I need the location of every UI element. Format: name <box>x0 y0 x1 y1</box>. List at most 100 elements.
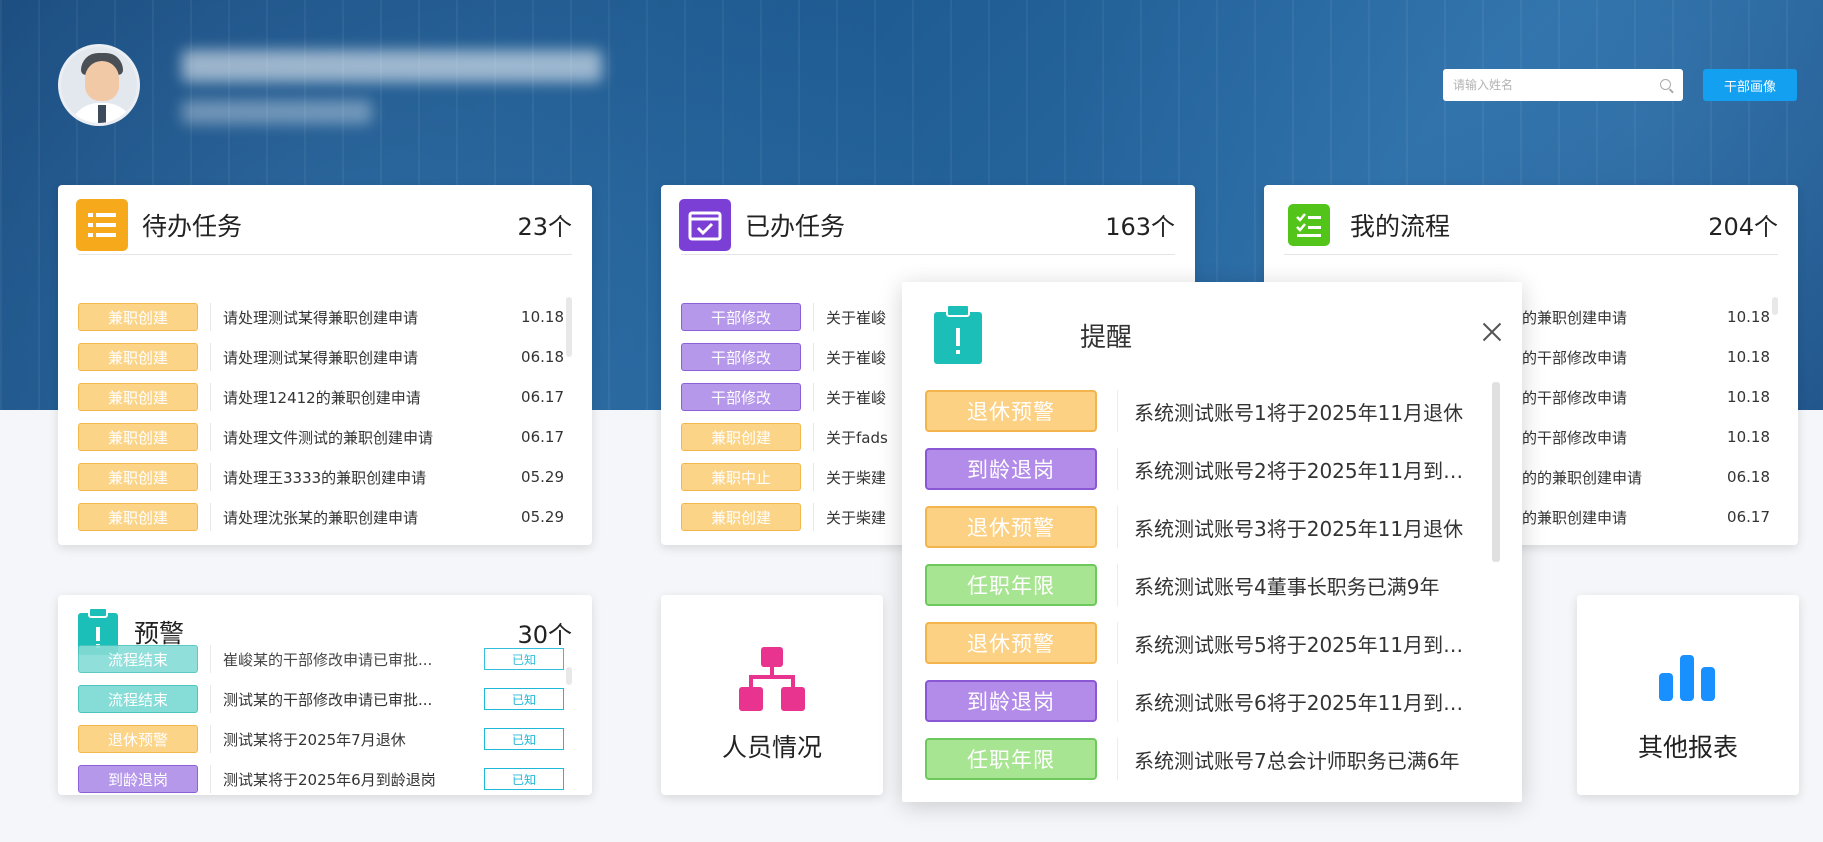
type-tag: 兼职创建 <box>681 423 801 451</box>
card-count: 204个 <box>1708 213 1778 241</box>
checklist-icon <box>1288 203 1330 246</box>
search-box[interactable] <box>1443 69 1683 101</box>
clipboard-alert-icon <box>932 304 984 370</box>
reminder-modal: 提醒 退休预警 系统测试账号1将于2025年11月退休 到龄退岗 系统测试账号2将于… <box>902 282 1522 802</box>
list-item[interactable]: 的兼职创建申请 06.17 <box>1522 497 1770 537</box>
list-item[interactable]: 流程结束 测试某的干部修改申请已审批... 已知 <box>78 679 564 719</box>
list-item[interactable]: 退休预警 系统测试账号3将于2025年11月退休 <box>925 498 1492 556</box>
org-chart-icon <box>739 647 805 717</box>
list-item[interactable]: 的的兼职创建申请 06.18 <box>1522 457 1770 497</box>
item-text: 的干部修改申请 <box>1522 428 1628 447</box>
done-card-header: 已办任务 163个 <box>679 195 1175 255</box>
reports-tile[interactable]: 其他报表 <box>1577 595 1799 795</box>
status-badge[interactable]: 已知 <box>484 648 564 670</box>
user-name-blurred <box>182 50 602 82</box>
type-tag: 干部修改 <box>681 383 801 411</box>
search-icon[interactable] <box>1660 79 1671 90</box>
item-date: 06.17 <box>1727 508 1770 526</box>
type-tag: 流程结束 <box>78 645 198 673</box>
list-item[interactable]: 兼职创建 请处理12412的兼职创建申请 06.17 <box>78 377 564 417</box>
list-icon <box>76 198 128 251</box>
item-text: 请处理沈张某的兼职创建申请 <box>223 508 419 527</box>
item-text: 的兼职创建申请 <box>1522 508 1628 527</box>
type-tag: 任职年限 <box>925 738 1097 780</box>
close-icon[interactable] <box>1480 320 1504 344</box>
type-tag: 兼职创建 <box>78 343 198 371</box>
list-item[interactable]: 任职年限 系统测试账号4董事长职务已满9年 <box>925 556 1492 614</box>
avatar[interactable] <box>58 44 140 126</box>
item-date: 06.18 <box>521 348 564 366</box>
list-item[interactable]: 退休预警 测试某将于2025年7月退休 已知 <box>78 719 564 759</box>
item-date: 10.18 <box>1727 308 1770 326</box>
list-item[interactable]: 流程结束 崔峻某的干部修改申请已审批... 已知 <box>78 639 564 679</box>
item-date: 05.29 <box>521 508 564 526</box>
item-text: 测试某将于2025年7月退休 <box>223 730 406 749</box>
item-date: 10.18 <box>1727 388 1770 406</box>
list-item[interactable]: 到龄退岗 测试某将于2025年6月到龄退岗 已知 <box>78 759 564 795</box>
warning-card: 预警 30个 流程结束 崔峻某的干部修改申请已审批... 已知 流程结束 测试某的干部… <box>58 595 592 795</box>
item-text: 请处理测试某得兼职创建申请 <box>223 308 419 327</box>
item-text: 系统测试账号1将于2025年11月退休 <box>1134 400 1464 425</box>
flow-list: 的兼职创建申请 10.18 的干部修改申请 10.18 的干部修改申请 10.18 的… <box>1522 297 1770 537</box>
todo-card-header: 待办任务 23个 <box>76 195 572 255</box>
item-text: 的的兼职创建申请 <box>1522 468 1643 487</box>
item-date: 10.18 <box>1727 428 1770 446</box>
item-text: 系统测试账号6将于2025年11月到龄退岗 <box>1134 690 1474 715</box>
type-tag: 兼职创建 <box>681 503 801 531</box>
list-item[interactable]: 到龄退岗 系统测试账号2将于2025年11月到龄退岗 <box>925 440 1492 498</box>
item-date: 06.18 <box>1727 468 1770 486</box>
type-tag: 兼职创建 <box>78 383 198 411</box>
list-item[interactable]: 退休预警 系统测试账号1将于2025年11月退休 <box>925 382 1492 440</box>
type-tag: 退休预警 <box>925 622 1097 664</box>
item-text: 的兼职创建申请 <box>1522 308 1628 327</box>
list-item[interactable]: 的干部修改申请 10.18 <box>1522 337 1770 377</box>
card-title: 待办任务 <box>142 211 243 241</box>
todo-card: 待办任务 23个 兼职创建 请处理测试某得兼职创建申请 10.18 兼职创建 请处理测… <box>58 185 592 545</box>
item-text: 的干部修改申请 <box>1522 388 1628 407</box>
personnel-tile[interactable]: 人员情况 <box>661 595 883 795</box>
card-title: 已办任务 <box>745 211 846 241</box>
list-item[interactable]: 兼职创建 请处理文件测试的兼职创建申请 06.17 <box>78 417 564 457</box>
todo-list: 兼职创建 请处理测试某得兼职创建申请 10.18 兼职创建 请处理测试某得兼职创建申请… <box>78 297 564 537</box>
scrollbar[interactable] <box>566 297 572 357</box>
list-item[interactable]: 兼职创建 请处理测试某得兼职创建申请 06.18 <box>78 337 564 377</box>
scrollbar[interactable] <box>566 667 572 685</box>
type-tag: 到龄退岗 <box>925 680 1097 722</box>
scrollbar[interactable] <box>1772 297 1778 315</box>
list-item[interactable]: 兼职创建 请处理沈张某的兼职创建申请 05.29 <box>78 497 564 537</box>
item-text: 请处理王3333的兼职创建申请 <box>223 468 427 487</box>
list-item[interactable]: 兼职创建 请处理测试某得兼职创建申请 10.18 <box>78 297 564 337</box>
type-tag: 到龄退岗 <box>925 448 1097 490</box>
type-tag: 干部修改 <box>681 343 801 371</box>
list-item[interactable]: 退休预警 系统测试账号5将于2025年11月到龄退休 <box>925 614 1492 672</box>
list-item[interactable]: 的干部修改申请 10.18 <box>1522 417 1770 457</box>
item-text: 请处理12412的兼职创建申请 <box>223 388 421 407</box>
item-text: 请处理文件测试的兼职创建申请 <box>223 428 434 447</box>
flow-card-header: 我的流程 204个 <box>1284 195 1778 255</box>
modal-title: 提醒 <box>1080 323 1133 353</box>
type-tag: 兼职创建 <box>78 423 198 451</box>
type-tag: 退休预警 <box>78 725 198 753</box>
cadre-portrait-button[interactable]: 干部画像 <box>1703 69 1797 101</box>
type-tag: 退休预警 <box>925 506 1097 548</box>
search-input[interactable] <box>1453 78 1653 92</box>
list-item[interactable]: 的干部修改申请 10.18 <box>1522 377 1770 417</box>
list-item[interactable]: 任职年限 系统测试账号7总会计师职务已满6年 <box>925 730 1492 788</box>
list-item[interactable]: 的兼职创建申请 10.18 <box>1522 297 1770 337</box>
item-text: 系统测试账号3将于2025年11月退休 <box>1134 516 1464 541</box>
modal-header: 提醒 <box>902 282 1522 382</box>
list-item[interactable]: 到龄退岗 系统测试账号6将于2025年11月到龄退岗 <box>925 672 1492 730</box>
scrollbar[interactable] <box>1492 382 1500 562</box>
type-tag: 流程结束 <box>78 685 198 713</box>
item-text: 系统测试账号7总会计师职务已满6年 <box>1134 748 1460 773</box>
item-text: 系统测试账号5将于2025年11月到龄退休 <box>1134 632 1474 657</box>
tile-label: 其他报表 <box>1637 733 1738 762</box>
user-subtitle-blurred <box>182 100 372 124</box>
list-item[interactable]: 兼职创建 请处理王3333的兼职创建申请 05.29 <box>78 457 564 497</box>
warning-list: 流程结束 崔峻某的干部修改申请已审批... 已知 流程结束 测试某的干部修改申请已审批… <box>78 639 564 795</box>
status-badge[interactable]: 已知 <box>484 728 564 750</box>
status-badge[interactable]: 已知 <box>484 688 564 710</box>
item-date: 05.29 <box>521 468 564 486</box>
item-text: 系统测试账号2将于2025年11月到龄退岗 <box>1134 458 1474 483</box>
status-badge[interactable]: 已知 <box>484 768 564 790</box>
